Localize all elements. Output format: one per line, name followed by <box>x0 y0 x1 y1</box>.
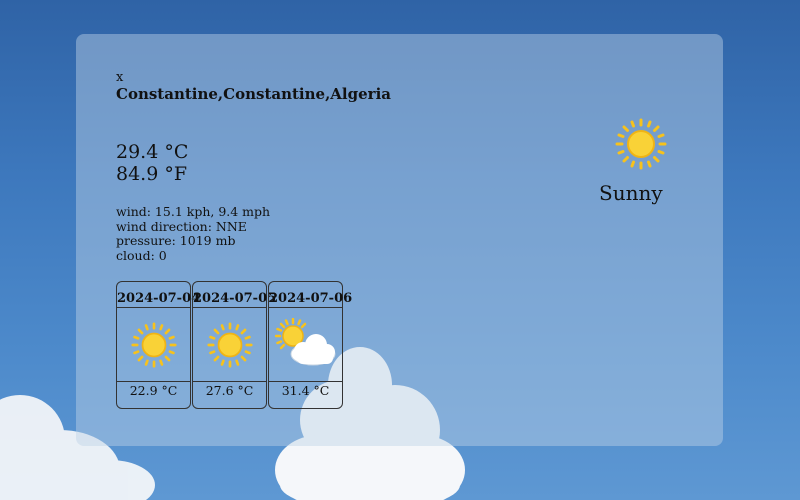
forecast-list: 2024-07-04 22.9 °C 2024-07-05 27.6 °C 20… <box>116 281 352 409</box>
temperature-celsius: 29.4 °C <box>116 141 189 163</box>
forecast-day: 2024-07-05 27.6 °C <box>192 281 276 409</box>
condition-text: Sunny <box>599 181 663 205</box>
forecast-temp: 22.9 °C <box>117 381 190 407</box>
temperature-fahrenheit: 84.9 °F <box>116 163 188 185</box>
forecast-day: 2024-07-06 31.4 °C <box>268 281 352 409</box>
forecast-temp: 27.6 °C <box>193 381 266 407</box>
location-name: Constantine,Constantine,Algeria <box>116 85 391 103</box>
sun-icon <box>207 322 253 368</box>
partly-cloudy-icon <box>275 318 336 366</box>
forecast-date: 2024-07-06 <box>269 282 352 308</box>
cloud-cover: cloud: 0 <box>116 247 167 263</box>
sun-icon <box>131 322 177 368</box>
weather-details: wind: 15.1 kph, 9.4 mph wind direction: … <box>116 204 271 263</box>
wind-speed: wind: 15.1 kph, 9.4 mph <box>116 204 271 219</box>
close-button[interactable]: x <box>116 70 123 85</box>
pressure: pressure: 1019 mb <box>116 233 236 248</box>
sun-icon <box>615 118 667 170</box>
forecast-date: 2024-07-04 <box>117 282 200 308</box>
forecast-day: 2024-07-04 22.9 °C <box>116 281 200 409</box>
forecast-temp: 31.4 °C <box>269 381 342 407</box>
wind-direction: wind direction: NNE <box>116 218 247 234</box>
weather-card: x Constantine,Constantine,Algeria 29.4 °… <box>76 34 723 446</box>
forecast-date: 2024-07-05 <box>193 282 276 308</box>
